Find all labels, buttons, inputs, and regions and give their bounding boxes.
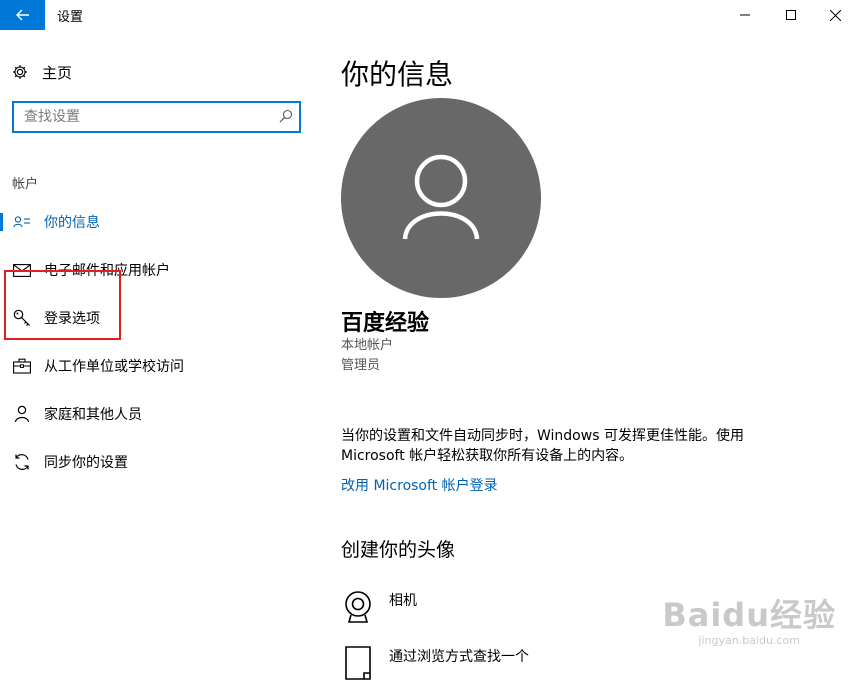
person-icon (12, 404, 32, 424)
back-button[interactable] (0, 0, 45, 30)
sidebar-item-your-info[interactable]: 你的信息 (0, 202, 320, 242)
home-label: 主页 (42, 63, 73, 82)
browse-option-label: 通过浏览方式查找一个 (389, 649, 529, 665)
sidebar-item-sync[interactable]: 同步你的设置 (0, 442, 320, 482)
briefcase-icon (12, 356, 32, 376)
user-name: 百度经验 (341, 311, 430, 336)
browse-option[interactable]: 通过浏览方式查找一个 (341, 646, 529, 680)
sidebar-item-label: 同步你的设置 (44, 455, 128, 471)
sidebar-item-family[interactable]: 家庭和其他人员 (0, 394, 320, 434)
section-heading-accounts: 帐户 (12, 177, 39, 192)
sync-description: 当你的设置和文件自动同步时，Windows 可发挥更佳性能。使用 Microso… (341, 428, 744, 464)
sync-icon (12, 452, 32, 472)
sidebar-item-label: 你的信息 (44, 215, 100, 231)
sidebar: 主页 帐户 你的信息 电子邮件和应用帐户 (0, 30, 320, 686)
webcam-icon (341, 590, 375, 624)
search-icon[interactable] (279, 109, 293, 123)
back-arrow-icon (15, 9, 29, 21)
user-role: 管理员 (341, 358, 381, 373)
search-input[interactable] (14, 103, 274, 131)
camera-option[interactable]: 相机 (341, 590, 417, 624)
avatar-section-heading: 创建你的头像 (341, 539, 456, 561)
main-content: 你的信息 百度经验 本地帐户 管理员 当你的设置和文件自动同步时，Windows… (320, 0, 856, 686)
user-silhouette-icon (402, 154, 480, 240)
watermark: Baidu经验 jingyan.baidu.com (662, 590, 836, 647)
sidebar-item-work-school[interactable]: 从工作单位或学校访问 (0, 346, 320, 386)
avatar (341, 98, 541, 298)
search-box (12, 101, 301, 133)
page-title: 你的信息 (341, 58, 454, 91)
account-type: 本地帐户 (341, 338, 394, 353)
person-card-icon (12, 212, 32, 232)
highlight-box (4, 270, 121, 340)
active-indicator (0, 213, 3, 231)
sidebar-item-label: 家庭和其他人员 (44, 407, 142, 423)
browse-file-icon (341, 646, 375, 680)
camera-option-label: 相机 (389, 593, 417, 609)
switch-to-microsoft-account-link[interactable]: 改用 Microsoft 帐户登录 (341, 475, 498, 495)
gear-icon (13, 65, 27, 79)
sidebar-item-label: 从工作单位或学校访问 (44, 359, 184, 375)
home-nav-item[interactable]: 主页 (12, 62, 72, 82)
watermark-brand: Baidu经验 (662, 596, 836, 634)
window-title: 设置 (57, 10, 84, 25)
